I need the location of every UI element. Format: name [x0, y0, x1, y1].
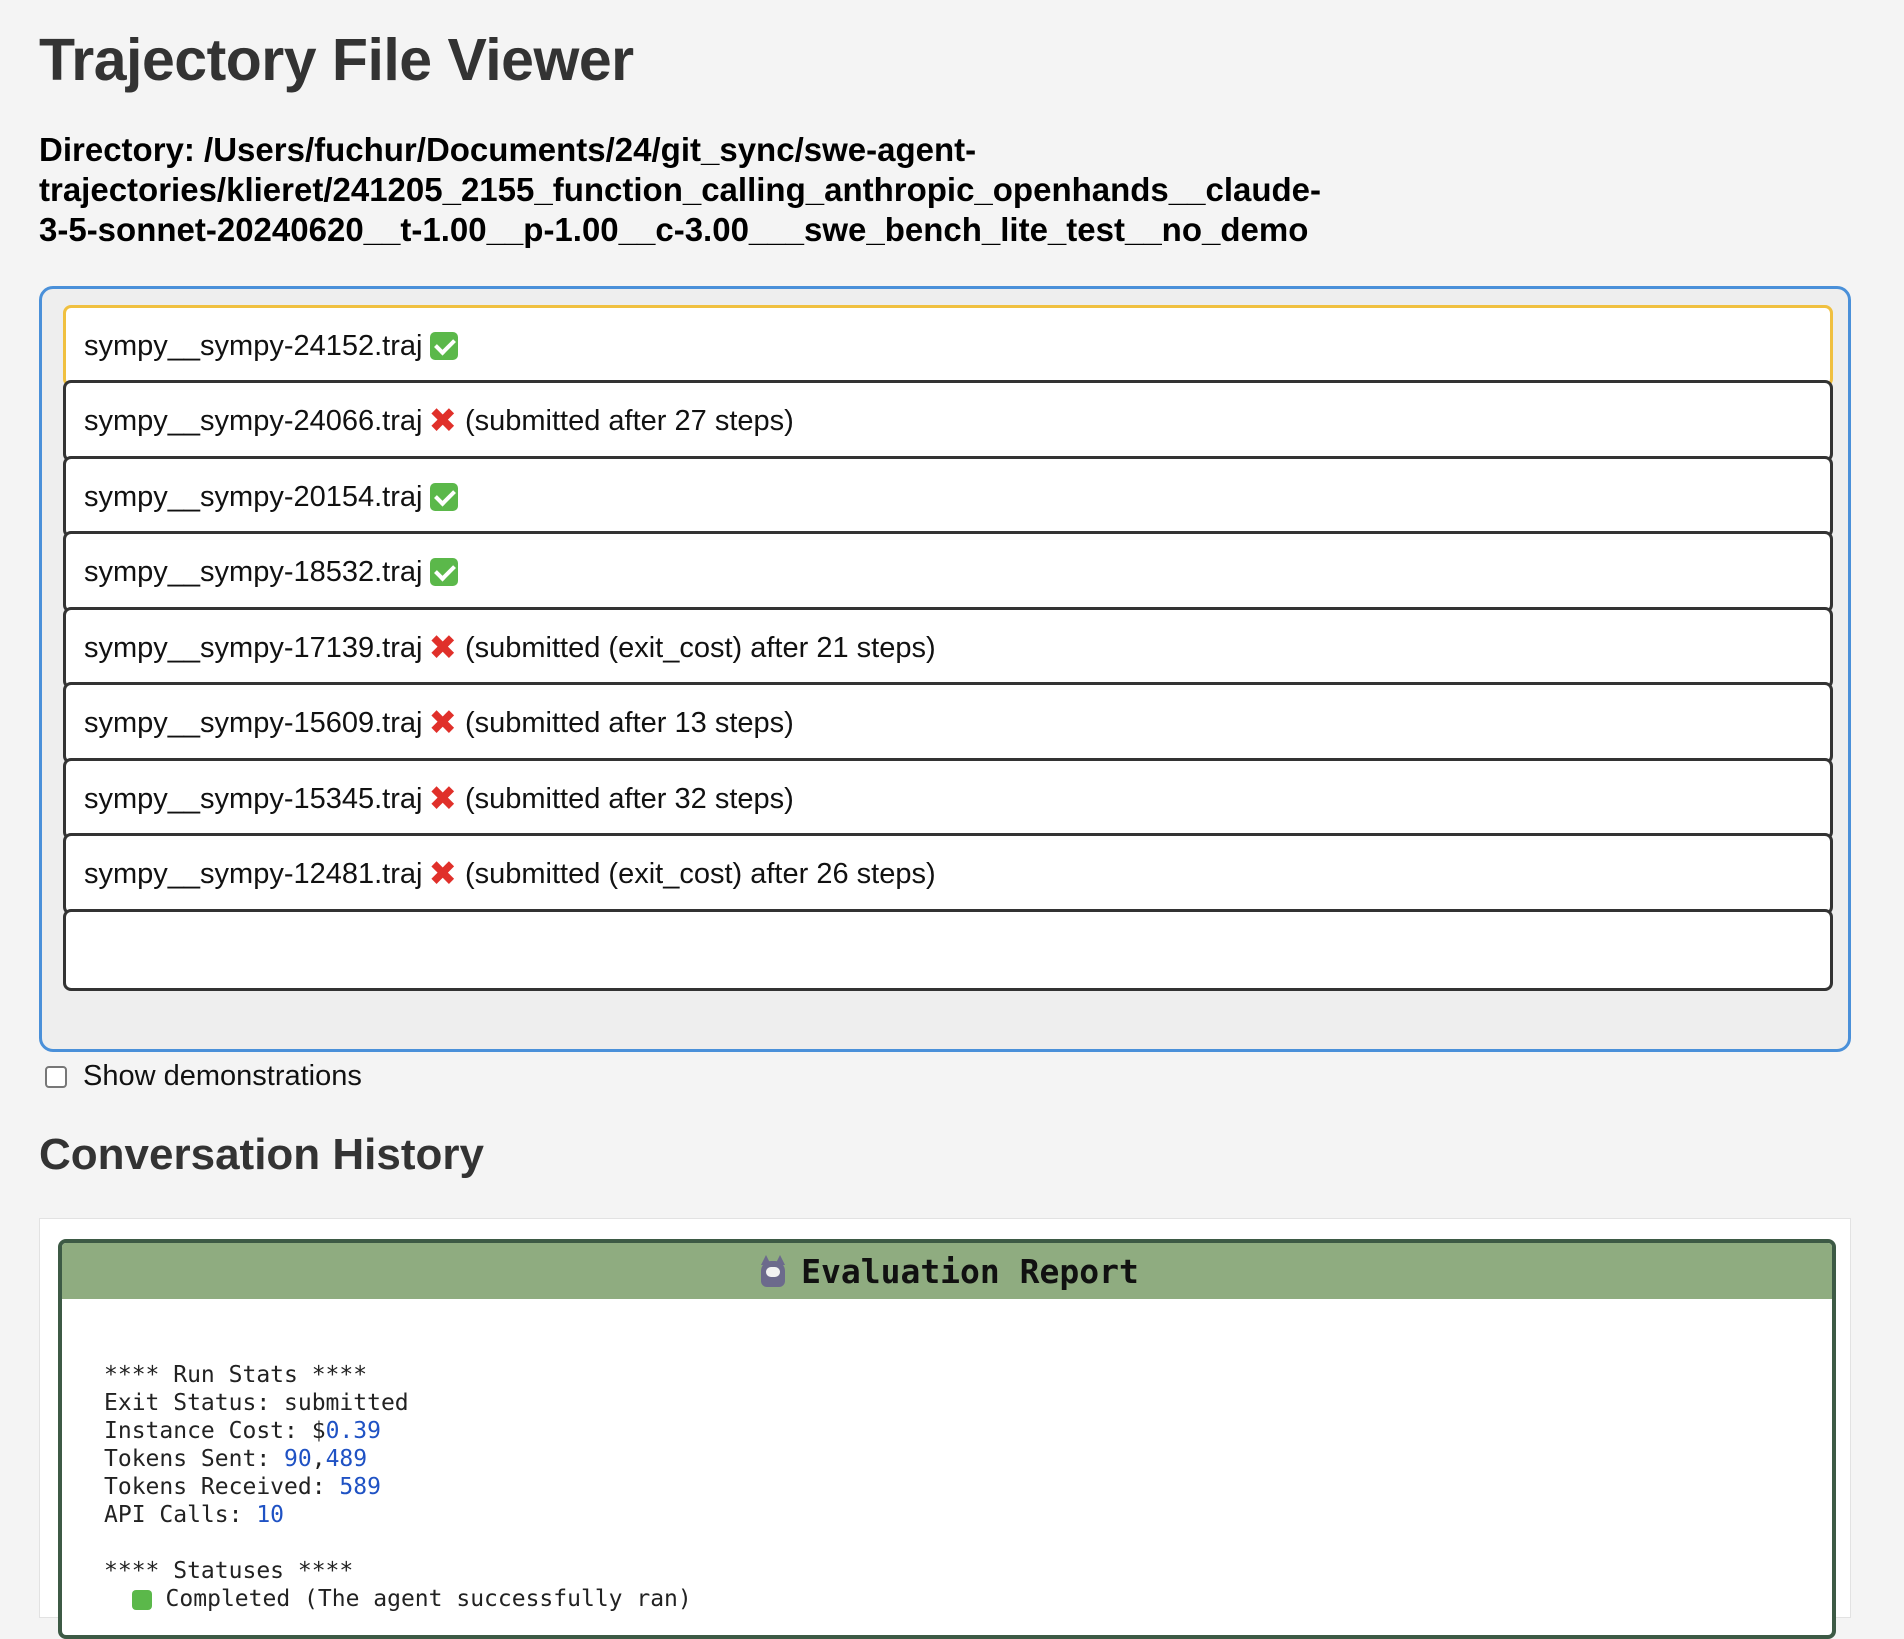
evaluation-report-header: Evaluation Report [62, 1243, 1832, 1299]
file-name: sympy__sympy-15609.traj [84, 706, 423, 739]
conversation-history-panel: Evaluation Report **** Run Stats **** Ex… [39, 1218, 1851, 1639]
file-item[interactable]: sympy__sympy-15609.traj ✖ (submitted aft… [63, 682, 1833, 764]
file-item[interactable]: sympy__sympy-18532.traj [63, 531, 1833, 613]
file-name: sympy__sympy-18532.traj [84, 555, 423, 588]
tokens-sent-value-a: 90 [284, 1446, 312, 1472]
file-name: sympy__sympy-24152.traj [84, 329, 423, 362]
file-item[interactable]: sympy__sympy-24066.traj ✖ (submitted aft… [63, 380, 1833, 462]
cross-mark-icon: ✖ [428, 704, 457, 742]
api-calls-value: 10 [256, 1502, 285, 1528]
file-name: sympy__sympy-24066.traj [84, 404, 423, 437]
file-item[interactable]: sympy__sympy-12481.traj ✖ (submitted (ex… [63, 833, 1833, 915]
tokens-received-value: 589 [339, 1474, 381, 1500]
check-mark-icon [430, 558, 459, 586]
tokens-sent-value-b: 489 [325, 1446, 368, 1472]
file-name: sympy__sympy-15345.traj [84, 782, 423, 815]
file-list[interactable]: sympy__sympy-24152.traj sympy__sympy-240… [39, 286, 1851, 1052]
check-mark-icon [131, 1589, 152, 1610]
evaluation-report-body: **** Run Stats **** Exit Status: submitt… [62, 1299, 1832, 1613]
check-mark-icon [430, 332, 459, 360]
run-stats-header: **** Run Stats **** [104, 1362, 368, 1388]
file-status-note: (submitted after 32 steps) [464, 782, 794, 815]
conversation-history-title: Conversation History [39, 1130, 484, 1179]
cross-mark-icon: ✖ [428, 629, 457, 667]
completed-status-line: Completed (The agent successfully ran) [151, 1586, 692, 1612]
tokens-sent-separator: , [311, 1446, 326, 1472]
tokens-received-label: Tokens Received: [104, 1474, 340, 1500]
tokens-sent-label: Tokens Sent: [104, 1446, 285, 1472]
file-name: sympy__sympy-17139.traj [84, 631, 423, 664]
api-calls-label: API Calls: [104, 1502, 257, 1528]
cross-mark-icon: ✖ [428, 402, 457, 440]
evaluation-report-title: Evaluation Report [801, 1251, 1139, 1291]
file-item[interactable]: sympy__sympy-20154.traj [63, 456, 1833, 538]
evaluation-report: Evaluation Report **** Run Stats **** Ex… [58, 1239, 1836, 1639]
statuses-header: **** Statuses **** [104, 1558, 354, 1584]
cross-mark-icon: ✖ [428, 855, 457, 893]
cross-mark-icon: ✖ [428, 780, 457, 818]
file-status-note: (submitted (exit_cost) after 26 steps) [464, 857, 936, 890]
instance-cost-label: Instance Cost: $ [104, 1418, 326, 1444]
exit-status-label: Exit Status: [104, 1390, 285, 1416]
file-item[interactable]: sympy__sympy-24152.traj [63, 305, 1833, 387]
file-item[interactable]: sympy__sympy-15345.traj ✖ (submitted aft… [63, 758, 1833, 840]
check-mark-icon [430, 483, 459, 511]
file-item[interactable]: sympy__sympy-17139.traj ✖ (submitted (ex… [63, 607, 1833, 689]
agent-mascot-icon [755, 1253, 791, 1289]
demonstrations-label: Show demonstrations [83, 1060, 362, 1092]
file-status-note: (submitted after 27 steps) [464, 404, 794, 437]
file-item[interactable] [63, 909, 1833, 991]
file-status-note: (submitted (exit_cost) after 21 steps) [464, 631, 936, 664]
file-name: sympy__sympy-12481.traj [84, 857, 423, 890]
show-demonstrations-toggle[interactable]: Show demonstrations [45, 1060, 362, 1093]
demonstrations-checkbox[interactable] [45, 1065, 67, 1088]
directory-path: Directory: /Users/fuchur/Documents/24/gi… [39, 131, 1322, 248]
file-status-note: (submitted after 13 steps) [464, 706, 794, 739]
instance-cost-value: 0.39 [325, 1418, 381, 1444]
page-title: Trajectory File Viewer [39, 27, 634, 93]
exit-status-value: submitted [284, 1390, 409, 1416]
file-name: sympy__sympy-20154.traj [84, 480, 423, 513]
